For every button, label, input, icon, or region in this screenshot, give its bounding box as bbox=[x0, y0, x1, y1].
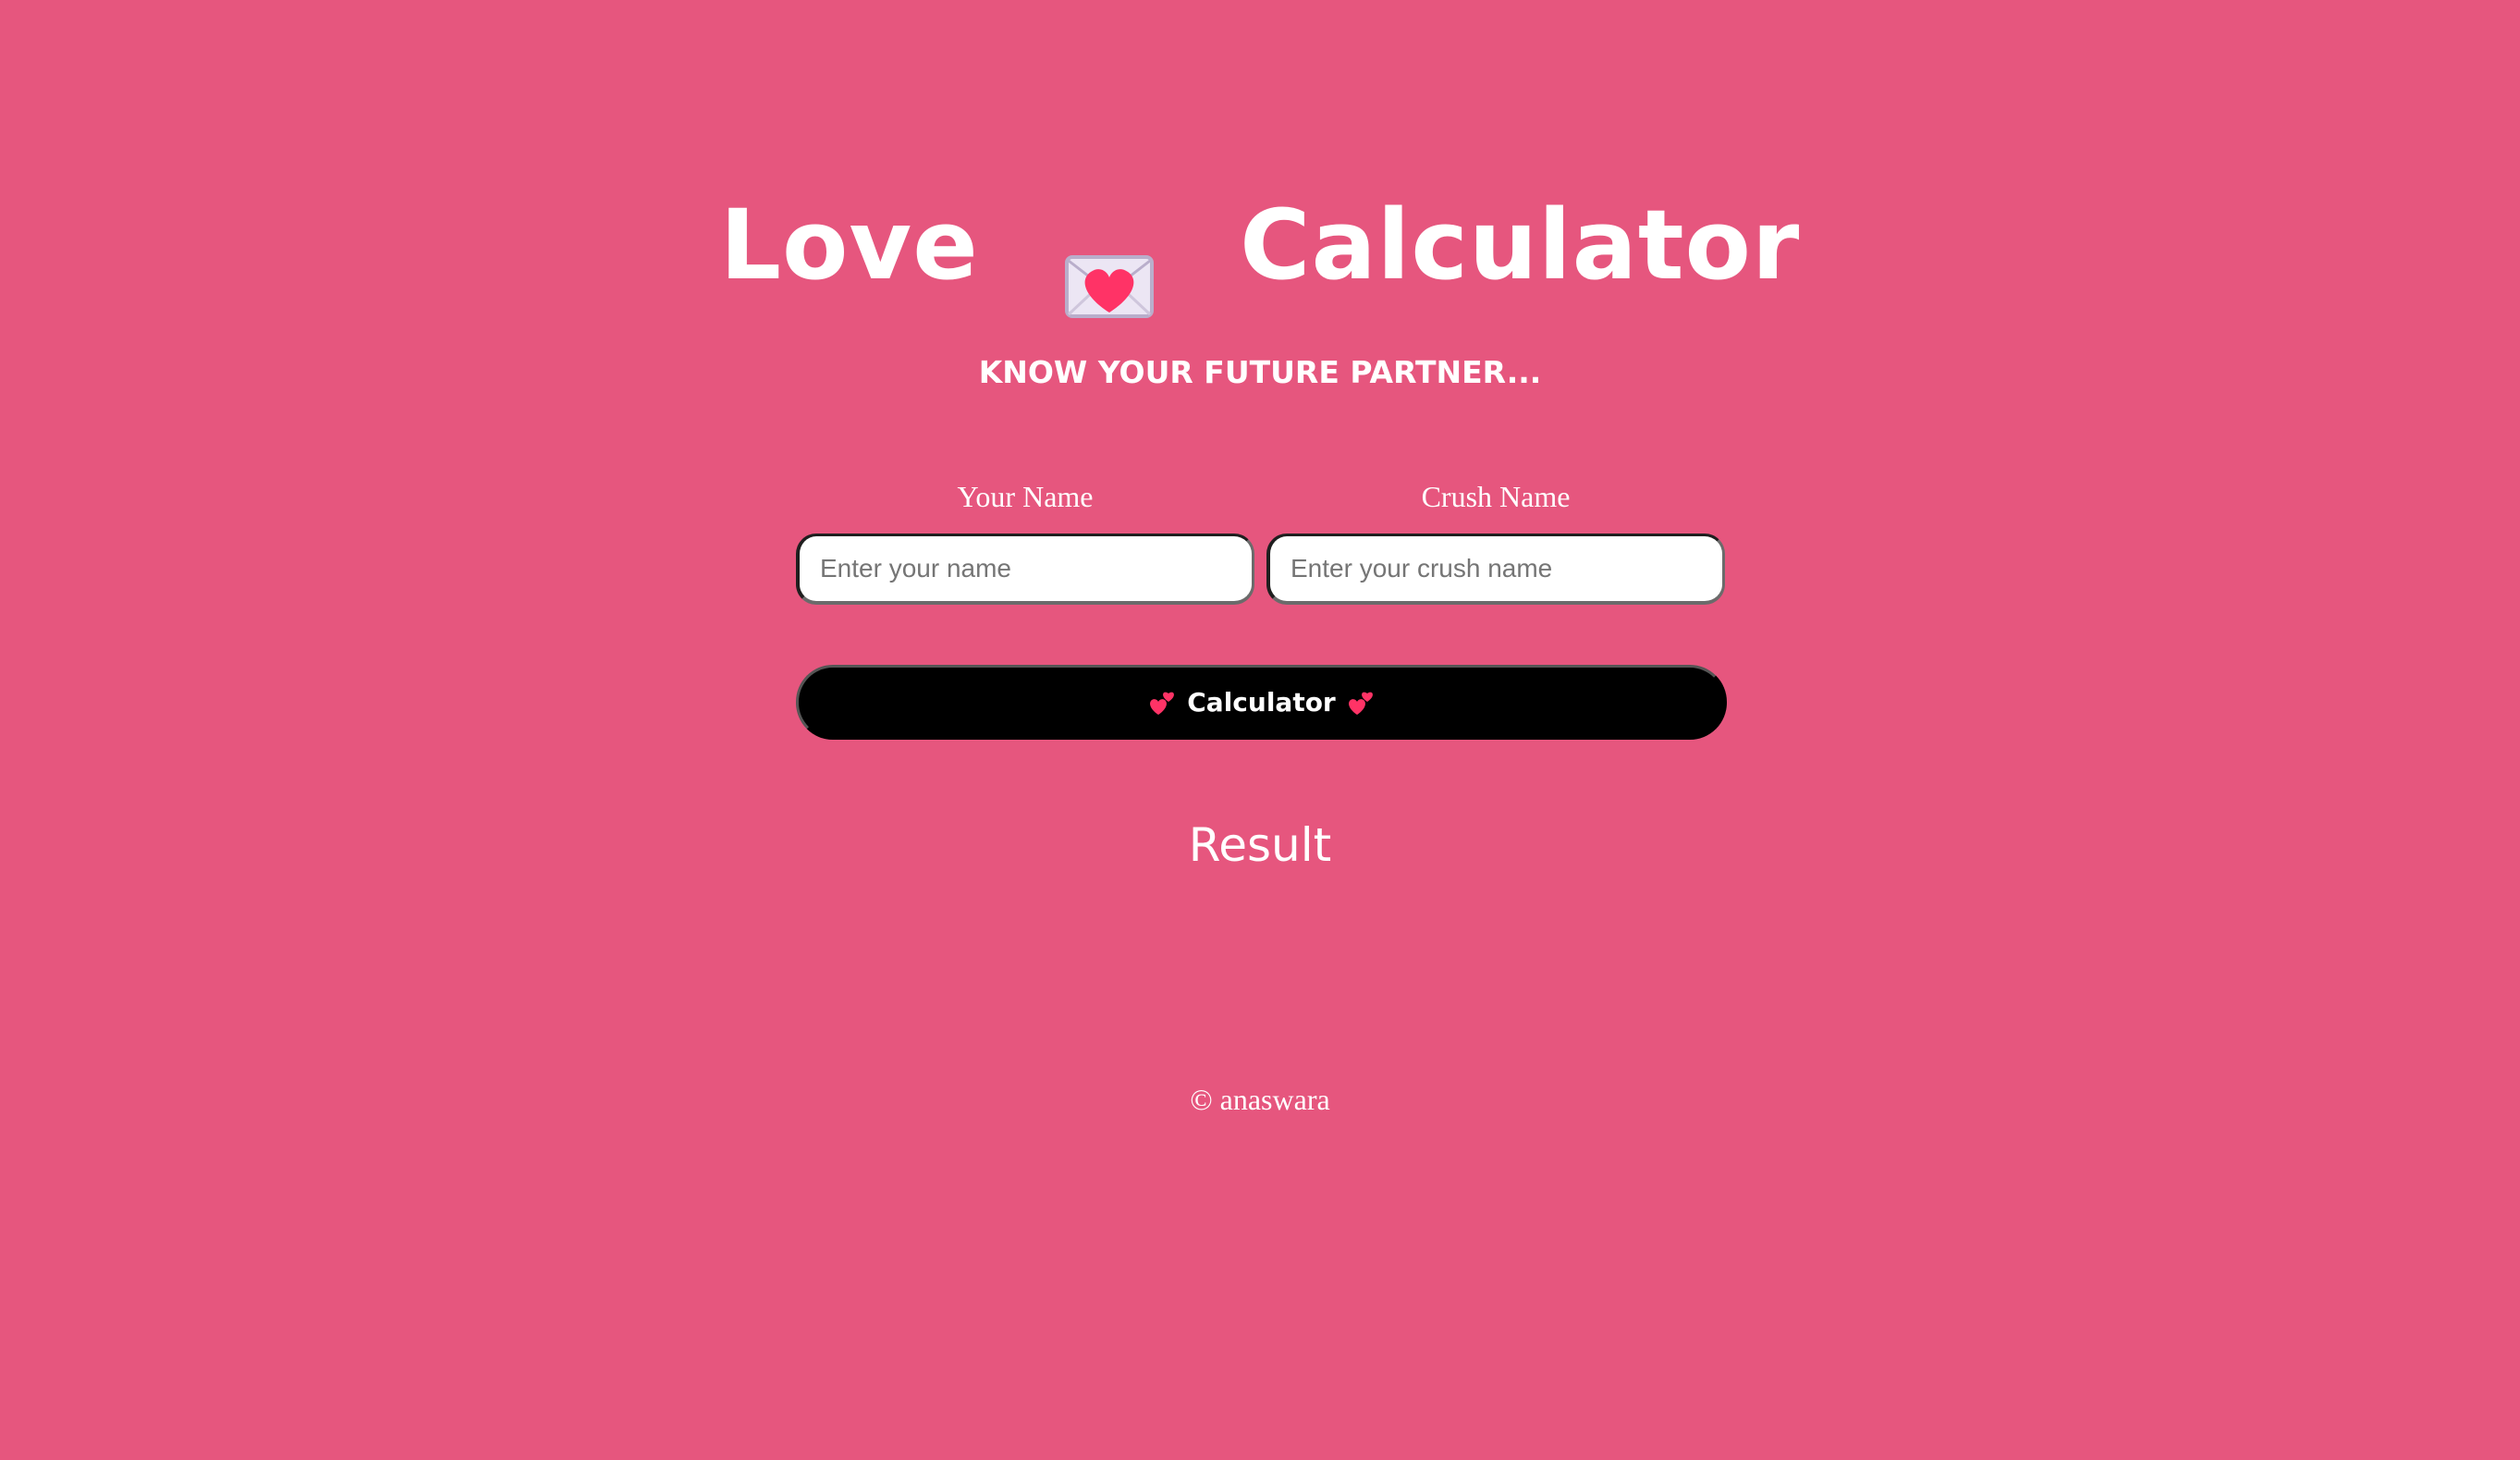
your-name-label: Your Name bbox=[957, 480, 1094, 513]
calculator-button[interactable]: Calculator bbox=[796, 665, 1727, 740]
crush-name-label: Crush Name bbox=[1421, 480, 1571, 513]
page-title: Love Calculator bbox=[0, 176, 2520, 318]
footer-copyright: © anaswara bbox=[1190, 1083, 1330, 1116]
title-love: Love bbox=[719, 189, 979, 301]
two-hearts-icon bbox=[1148, 689, 1176, 717]
page-subtitle: KNOW YOUR FUTURE PARTNER... bbox=[978, 354, 1542, 390]
calculator-button-label: Calculator bbox=[1187, 687, 1336, 718]
love-letter-icon bbox=[1064, 215, 1154, 318]
result-heading: Result bbox=[1188, 818, 1332, 872]
title-calculator: Calculator bbox=[1240, 189, 1801, 301]
your-name-input[interactable] bbox=[796, 534, 1254, 605]
two-hearts-icon bbox=[1347, 689, 1375, 717]
crush-name-input[interactable] bbox=[1266, 534, 1725, 605]
